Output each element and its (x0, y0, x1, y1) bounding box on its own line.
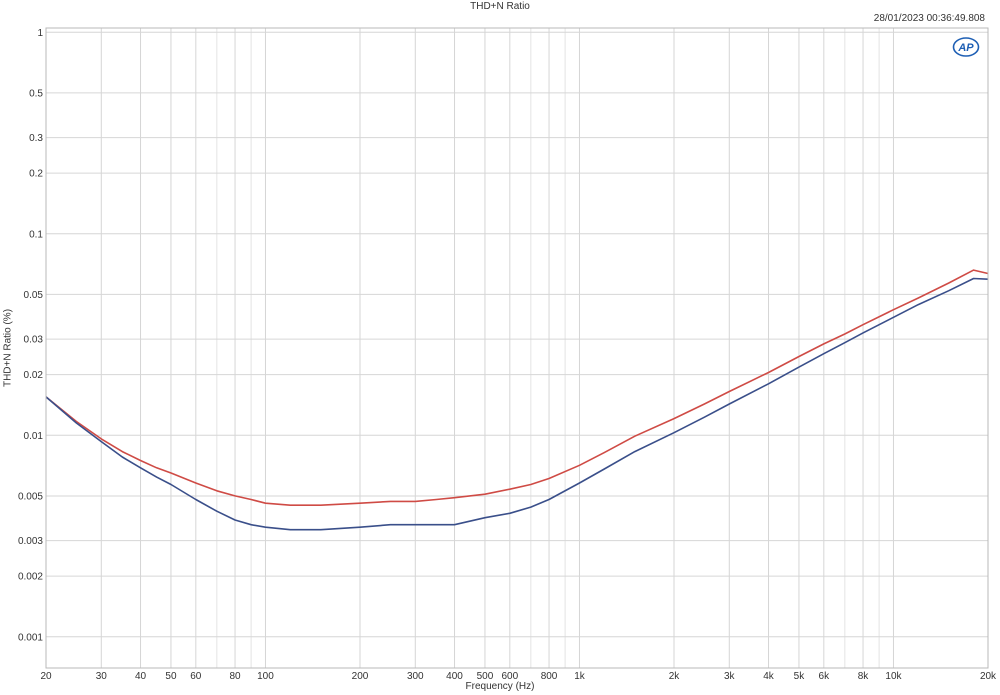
x-tick-label: 8k (858, 671, 870, 682)
y-tick-label: 0.05 (24, 290, 44, 301)
x-tick-label: 40 (135, 671, 147, 682)
x-tick-label: 300 (407, 671, 424, 682)
y-tick-label: 0.01 (24, 431, 44, 442)
x-tick-label: 800 (541, 671, 558, 682)
x-tick-label: 500 (477, 671, 494, 682)
x-tick-label: 4k (763, 671, 775, 682)
series-lines (45, 269, 989, 531)
x-tick-label: 10k (885, 671, 902, 682)
x-tick-label: 20 (40, 671, 52, 682)
series-line-2 (45, 277, 989, 531)
x-tick-label: 400 (446, 671, 463, 682)
y-tick-label: 1 (37, 28, 43, 39)
y-tick-label: 0.2 (29, 169, 43, 180)
x-tick-label: 20k (980, 671, 997, 682)
y-tick-labels: 1 0.5 0.3 0.2 0.1 0.05 0.03 0.02 0.01 0.005 0.003 0… (18, 28, 43, 644)
series-line-1 (45, 269, 989, 507)
x-tick-label: 5k (794, 671, 806, 682)
y-tick-label: 0.03 (24, 335, 44, 346)
plot-frame (45, 27, 989, 669)
y-tick-label: 0.005 (18, 491, 43, 502)
x-tick-label: 600 (501, 671, 518, 682)
y-tick-label: 0.1 (29, 229, 43, 240)
x-tick-label: 30 (96, 671, 108, 682)
y-tick-label: 0.5 (29, 88, 43, 99)
x-tick-label: 100 (257, 671, 274, 682)
x-tick-label: 200 (352, 671, 369, 682)
x-tick-label: 80 (229, 671, 241, 682)
y-tick-label: 0.02 (24, 370, 44, 381)
x-tick-label: 3k (724, 671, 736, 682)
thd-plot: 20 30 40 50 60 80 100 200 300 400 500 600 800 1k 2k 3k 4… (18, 27, 997, 682)
y-tick-label: 0.3 (29, 133, 43, 144)
grid-lines (45, 28, 989, 668)
y-tick-label: 0.001 (18, 632, 43, 643)
x-tick-label: 6k (819, 671, 831, 682)
x-tick-label: 2k (669, 671, 681, 682)
x-tick-label: 1k (574, 671, 586, 682)
y-tick-label: 0.002 (18, 572, 43, 583)
y-tick-label: 0.003 (18, 536, 43, 547)
x-tick-label: 50 (165, 671, 177, 682)
x-tick-labels: 20 30 40 50 60 80 100 200 300 400 500 600 800 1k 2k 3k 4… (40, 671, 997, 682)
x-tick-label: 60 (190, 671, 202, 682)
